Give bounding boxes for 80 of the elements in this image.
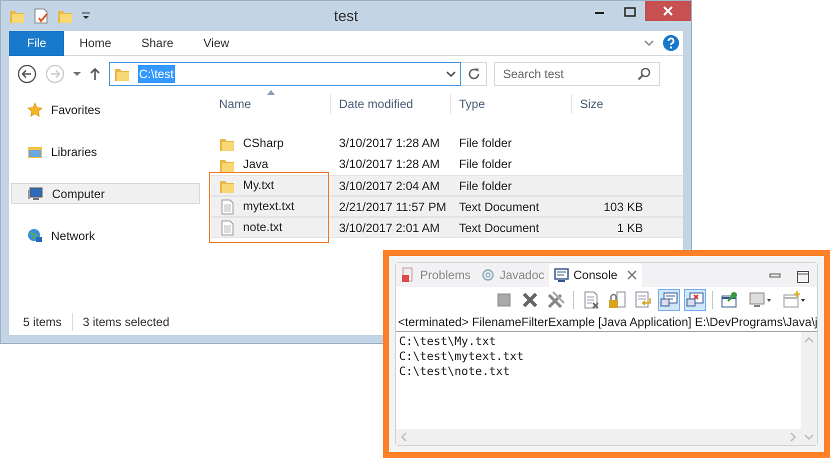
- file-type: File folder: [459, 179, 512, 193]
- file-name: CSharp: [243, 135, 284, 152]
- file-row[interactable]: mytext.txt 2/21/2017 11:57 PM Text Document 103 KB: [211, 196, 683, 217]
- status-text: 3 items selected: [72, 313, 170, 331]
- console-line: C:\test\mytext.txt: [399, 349, 525, 364]
- ribbon-tab[interactable]: View: [188, 30, 244, 56]
- ribbon-tab[interactable]: File: [9, 30, 64, 56]
- file-date: 3/10/2017 2:01 AM: [339, 221, 440, 235]
- file-size: 1 KB: [616, 221, 643, 235]
- computer-icon: [28, 186, 44, 202]
- folder-icon: [114, 66, 130, 82]
- console-line: C:\test\My.txt: [399, 334, 497, 349]
- nav-label: Computer: [52, 186, 105, 202]
- console-icon: [554, 267, 570, 283]
- remove-all-button[interactable]: [545, 289, 567, 311]
- file-size: 103 KB: [604, 200, 643, 214]
- dropdown-icon[interactable]: [73, 71, 81, 77]
- file-date: 2/21/2017 11:57 PM: [339, 200, 446, 214]
- file-date: 3/10/2017 1:28 AM: [339, 136, 440, 150]
- nav-label: Libraries: [51, 144, 98, 160]
- nav-label: Network: [51, 228, 96, 244]
- file-date: 3/10/2017 2:04 AM: [339, 179, 440, 193]
- file-row[interactable]: Java 3/10/2017 1:28 AM File folder: [211, 154, 683, 175]
- search-placeholder: Search test: [503, 66, 564, 83]
- text-file-icon: [219, 198, 235, 214]
- nav-item[interactable]: Network: [11, 225, 200, 246]
- file-type: Text Document: [459, 221, 540, 235]
- file-row[interactable]: CSharp 3/10/2017 1:28 AM File folder: [211, 133, 683, 154]
- globe-icon: [27, 228, 43, 244]
- wrap-icon: [633, 290, 653, 310]
- help-icon[interactable]: [663, 35, 679, 51]
- monitor-icon: [748, 290, 772, 310]
- ribbon-tab[interactable]: Share: [126, 30, 188, 56]
- file-name: My.txt: [243, 177, 274, 194]
- file-row[interactable]: My.txt 3/10/2017 2:04 AM File folder: [211, 175, 683, 196]
- lock-button[interactable]: [606, 289, 628, 311]
- sort-arrow-icon[interactable]: [267, 90, 275, 95]
- file-name: mytext.txt: [243, 198, 294, 215]
- file-type: File folder: [459, 157, 512, 171]
- file-type: File folder: [459, 136, 512, 150]
- file-date: 3/10/2017 1:28 AM: [339, 157, 440, 171]
- document-check-icon[interactable]: [33, 8, 49, 24]
- address-text: C:\test: [138, 65, 175, 83]
- column-header[interactable]: Size: [572, 94, 651, 114]
- search-field[interactable]: Search test: [494, 62, 660, 86]
- panel-tab[interactable]: Console: [549, 263, 642, 287]
- refresh-button[interactable]: [461, 62, 487, 86]
- nav-item[interactable]: Libraries: [11, 141, 200, 162]
- maximize-icon[interactable]: [797, 271, 809, 283]
- up-arrow-icon[interactable]: [89, 67, 101, 81]
- console-error-button[interactable]: [684, 289, 706, 311]
- dropdown-icon[interactable]: [81, 11, 91, 21]
- file-name: note.txt: [243, 219, 282, 236]
- window-title: test: [334, 7, 358, 27]
- console-button[interactable]: [658, 289, 680, 311]
- nav-item[interactable]: Favorites: [11, 99, 200, 120]
- ribbon-tab[interactable]: Home: [64, 30, 126, 56]
- column-header[interactable]: Type: [451, 94, 572, 114]
- column-header[interactable]: Date modified: [331, 94, 451, 114]
- launch-info: <terminated> FilenameFilterExample [Java Application] E:\DevPrograms\Java\j: [396, 313, 817, 332]
- refresh-icon: [466, 67, 480, 81]
- new-console-icon: [782, 290, 806, 310]
- chevron-down-icon[interactable]: [446, 70, 456, 78]
- status-text: 5 items: [23, 314, 62, 331]
- search-icon[interactable]: [637, 67, 651, 81]
- file-row[interactable]: note.txt 3/10/2017 2:01 AM Text Document 1 KB: [211, 217, 683, 238]
- pin-icon: [720, 290, 740, 310]
- remove-icon: [520, 290, 540, 310]
- file-name: Java: [243, 156, 268, 173]
- lock-icon: [607, 290, 627, 310]
- remove-all-icon: [546, 290, 566, 310]
- file-type: Text Document: [459, 200, 540, 214]
- console-line: C:\test\note.txt: [399, 364, 511, 379]
- nav-item[interactable]: Computer: [11, 183, 200, 204]
- text-file-icon: [219, 220, 235, 236]
- star-icon: [27, 102, 43, 118]
- close-icon[interactable]: [645, 1, 691, 21]
- back-icon[interactable]: [17, 64, 37, 84]
- close-icon[interactable]: [627, 270, 638, 280]
- nav-label: Favorites: [51, 102, 100, 118]
